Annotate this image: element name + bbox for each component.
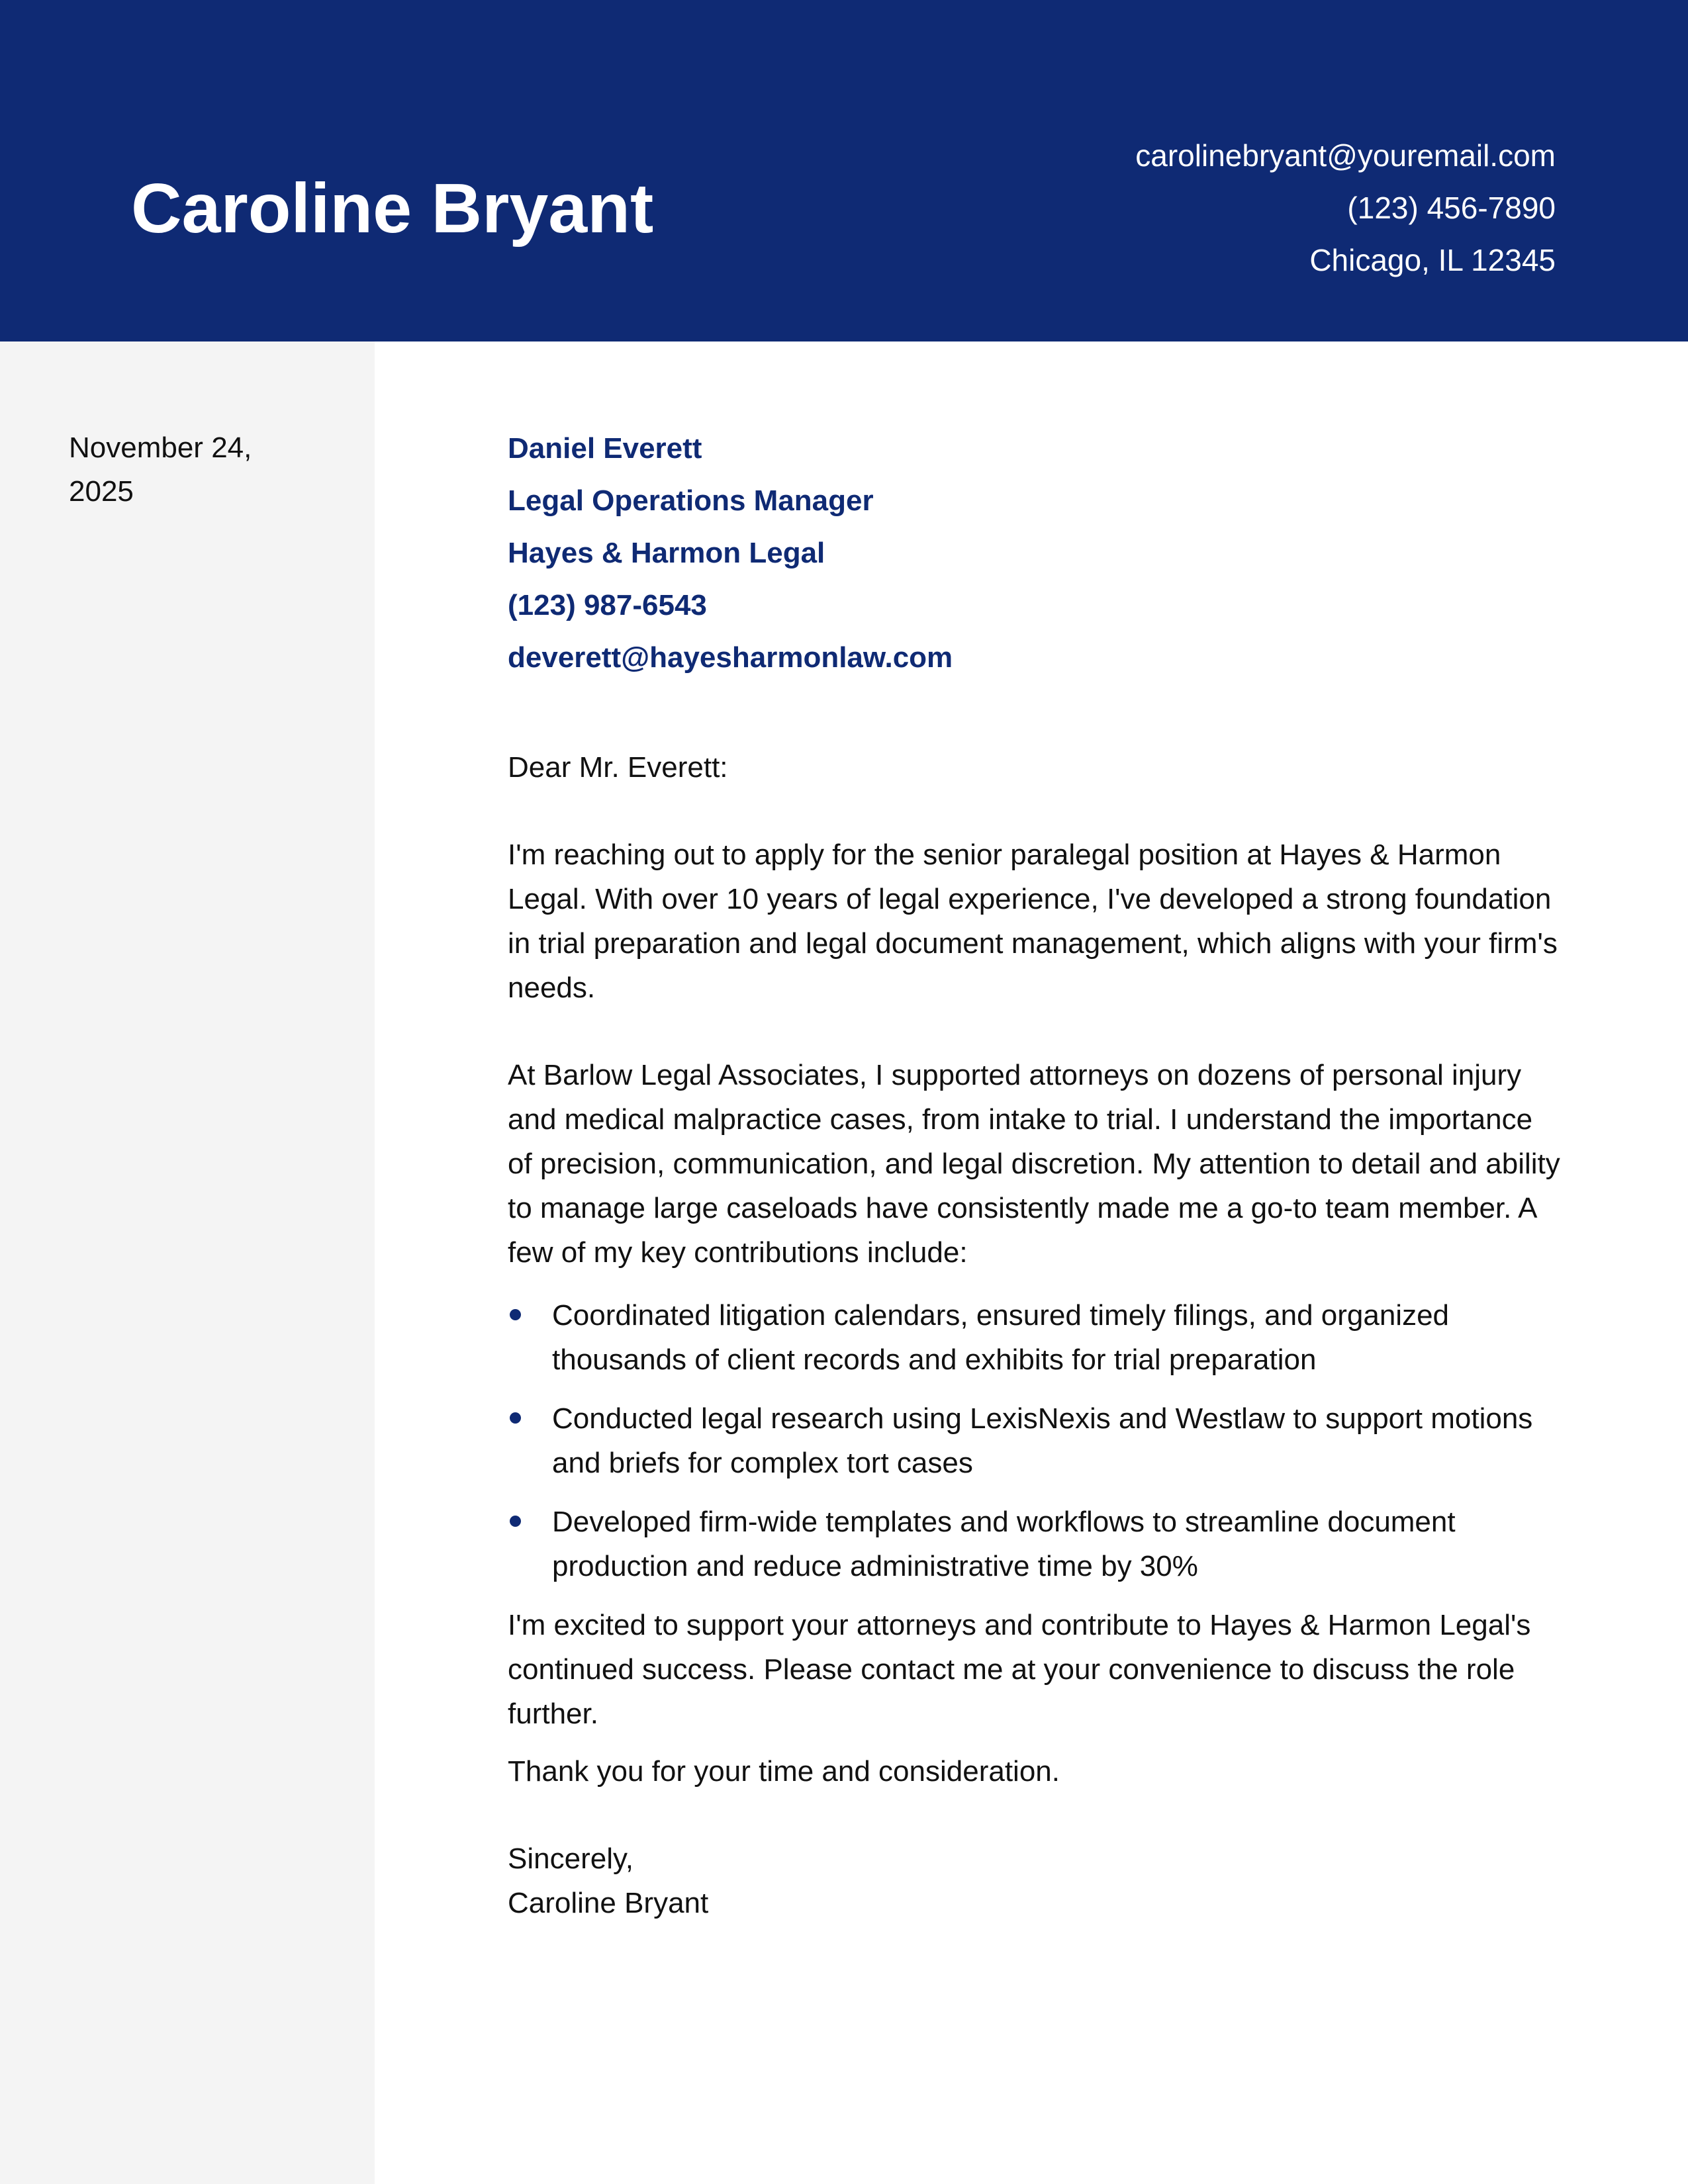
letter-body: Dear Mr. Everett: I'm reaching out to ap…: [508, 745, 1560, 1925]
greeting: Dear Mr. Everett:: [508, 751, 728, 784]
list-item: Developed firm-wide templates and workfl…: [508, 1500, 1560, 1588]
applicant-name: Caroline Bryant: [131, 169, 654, 248]
contact-phone: (123) 456-7890: [1347, 191, 1556, 225]
paragraph-intro: I'm reaching out to apply for the senior…: [508, 839, 1558, 1004]
paragraph-closing: I'm excited to support your attorneys an…: [508, 1609, 1531, 1730]
letter-date: November 24, 2025: [69, 432, 252, 508]
list-item-text: Conducted legal research using LexisNexi…: [552, 1402, 1533, 1479]
list-item-text: Developed firm-wide templates and workfl…: [552, 1506, 1456, 1582]
bullet-icon: [510, 1309, 521, 1320]
signoff: Sincerely,: [508, 1843, 633, 1875]
contact-info: carolinebryant@youremail.com (123) 456-7…: [1135, 130, 1556, 287]
signature: Caroline Bryant: [508, 1887, 709, 1919]
recipient-phone: (123) 987-6543: [508, 589, 707, 621]
paragraph-experience: At Barlow Legal Associates, I supported …: [508, 1059, 1560, 1269]
recipient-company: Hayes & Harmon Legal: [508, 537, 825, 569]
contributions-list: Coordinated litigation calendars, ensure…: [508, 1293, 1560, 1588]
thanks-line: Thank you for your time and consideratio…: [508, 1755, 1060, 1788]
sidebar: [0, 341, 375, 2184]
contact-email[interactable]: carolinebryant@youremail.com: [1135, 130, 1556, 182]
list-item: Coordinated litigation calendars, ensure…: [508, 1293, 1560, 1382]
recipient-name: Daniel Everett: [508, 432, 702, 465]
recipient-title: Legal Operations Manager: [508, 484, 874, 517]
bullet-icon: [510, 1516, 521, 1527]
contact-location: Chicago, IL 12345: [1309, 243, 1556, 277]
recipient-block: Daniel Everett Legal Operations Manager …: [508, 422, 953, 684]
recipient-email[interactable]: deverett@hayesharmonlaw.com: [508, 631, 953, 684]
list-item-text: Coordinated litigation calendars, ensure…: [552, 1299, 1450, 1376]
bullet-icon: [510, 1412, 521, 1424]
list-item: Conducted legal research using LexisNexi…: [508, 1396, 1560, 1485]
header-banner: Caroline Bryant carolinebryant@youremail…: [0, 0, 1688, 341]
